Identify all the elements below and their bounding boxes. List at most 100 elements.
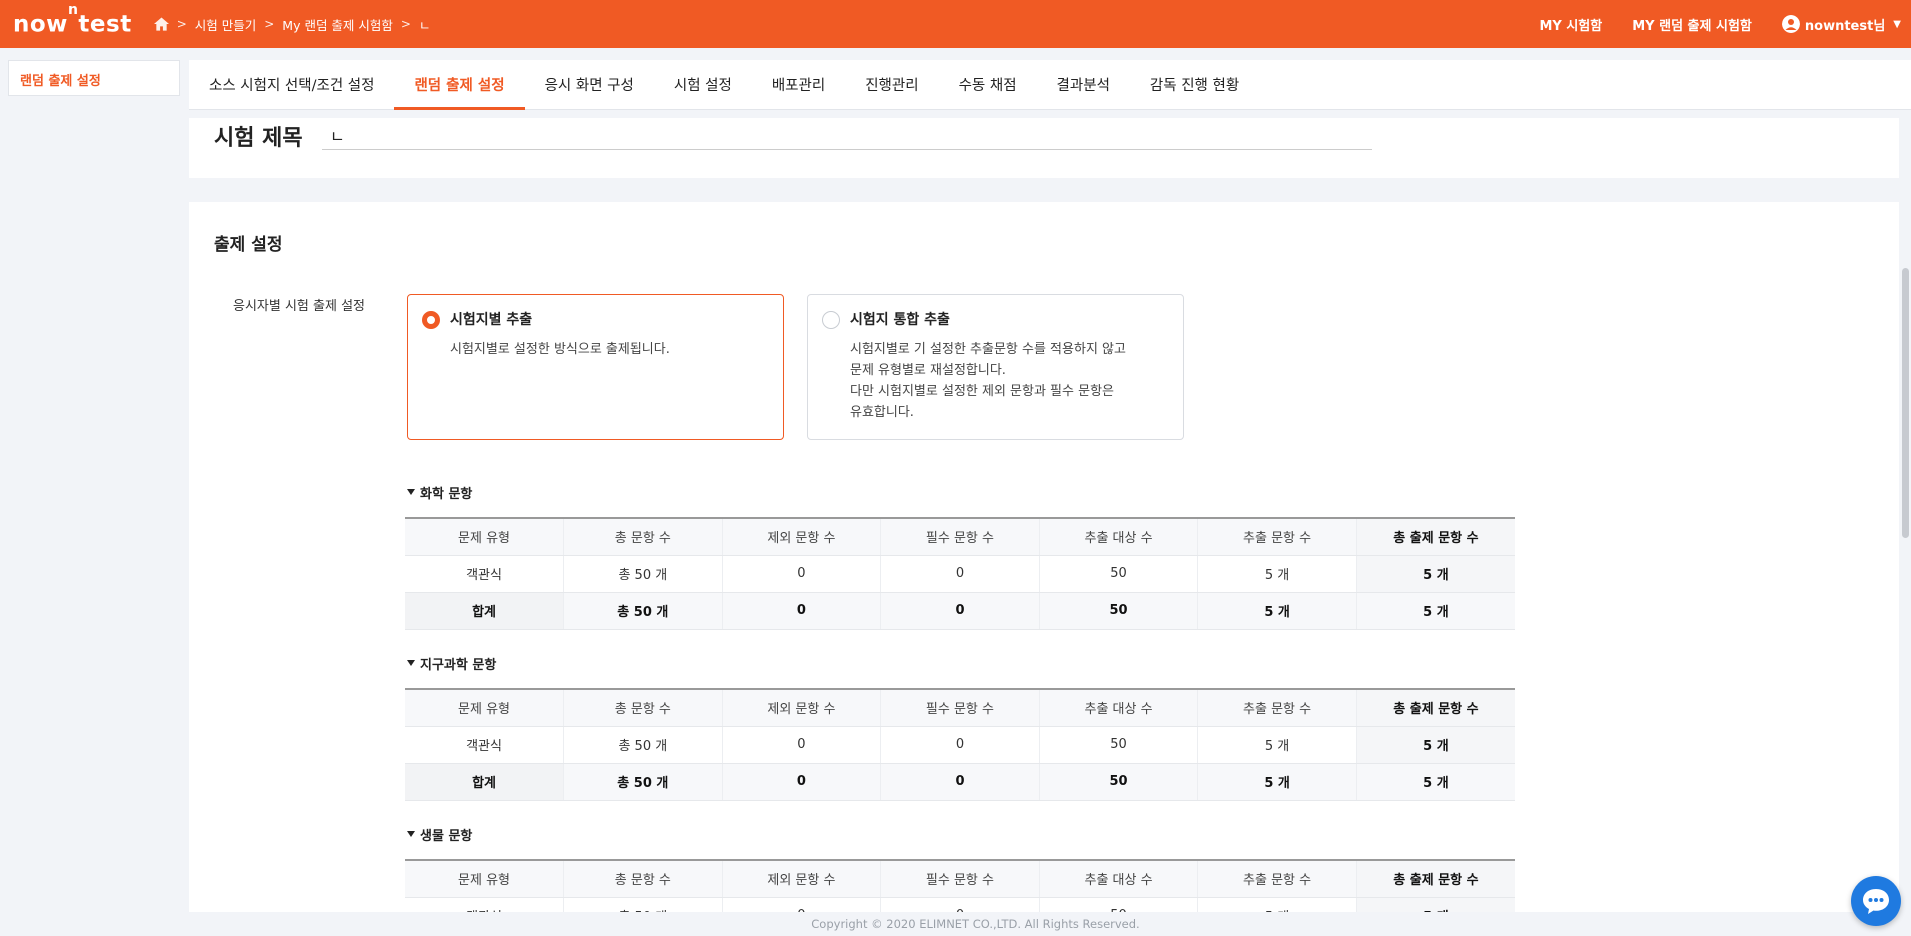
column-header: 필수 문항 수 <box>880 689 1040 727</box>
option-desc-line: 다만 시험지별로 설정한 제외 문항과 필수 문항은 <box>850 384 1114 399</box>
tab-distribution[interactable]: 배포관리 <box>752 60 845 109</box>
option-per-paper[interactable]: 시험지별 추출 시험지별로 설정한 방식으로 출제됩니다. <box>407 294 784 440</box>
table-cell: 0 <box>722 763 882 801</box>
option-desc-line: 유효합니다. <box>850 405 914 420</box>
sidebar-item-random-setting[interactable]: 랜덤 출제 설정 <box>9 61 179 98</box>
chat-button[interactable] <box>1851 876 1901 926</box>
tab-progress[interactable]: 진행관리 <box>845 60 938 109</box>
column-header: 추출 문항 수 <box>1197 860 1357 898</box>
caret-down-icon <box>407 831 415 837</box>
table-cell: 합계 <box>405 763 565 801</box>
group-table: 문제 유형 총 문항 수 제외 문항 수 필수 문항 수 추출 대상 수 추출 … <box>405 859 1515 912</box>
column-header: 필수 문항 수 <box>880 518 1040 556</box>
logo-text-sup: n <box>67 1 79 18</box>
my-random-exam-link[interactable]: MY 랜덤 출제 시험함 <box>1632 15 1752 34</box>
table-cell: 총 50 개 <box>563 555 723 593</box>
question-group: 화학 문항 문제 유형 총 문항 수 제외 문항 수 필수 문항 수 추출 대상… <box>405 481 1515 630</box>
table-cell: 50 <box>1039 555 1199 593</box>
tab-result-analysis[interactable]: 결과분석 <box>1037 60 1130 109</box>
column-header: 추출 대상 수 <box>1039 518 1199 556</box>
logo-text-main: now <box>13 11 68 38</box>
option-desc-line: 문제 유형별로 재설정합니다. <box>850 363 1006 378</box>
table-cell: 5 개 <box>1197 897 1357 912</box>
tab-supervision[interactable]: 감독 진행 현황 <box>1130 60 1259 109</box>
chat-bubble-icon <box>1863 889 1889 914</box>
column-header: 총 출제 문항 수 <box>1356 689 1515 727</box>
table-header-row: 문제 유형 총 문항 수 제외 문항 수 필수 문항 수 추출 대상 수 추출 … <box>405 689 1515 727</box>
group-table: 문제 유형 총 문항 수 제외 문항 수 필수 문항 수 추출 대상 수 추출 … <box>405 517 1515 630</box>
user-name: nowntest님 <box>1804 18 1886 34</box>
table-cell: 5 개 <box>1197 555 1357 593</box>
table-cell: 총 50 개 <box>563 897 723 912</box>
group-toggle[interactable]: 생물 문항 <box>407 823 1515 845</box>
option-title: 시험지별 추출 <box>450 312 533 328</box>
tab-source-select[interactable]: 소스 시험지 선택/조건 설정 <box>189 60 394 109</box>
left-panel: 랜덤 출제 설정 <box>8 60 180 96</box>
option-title: 시험지 통합 추출 <box>850 312 950 328</box>
chevron-right-icon: > <box>264 17 275 31</box>
table-cell: 총 50 개 <box>563 726 723 764</box>
table-cell: 0 <box>722 555 882 593</box>
radio-unselected-icon[interactable] <box>822 311 840 329</box>
group-toggle[interactable]: 화학 문항 <box>407 481 1515 503</box>
table-header-row: 문제 유형 총 문항 수 제외 문항 수 필수 문항 수 추출 대상 수 추출 … <box>405 518 1515 556</box>
column-header: 제외 문항 수 <box>722 689 882 727</box>
table-cell: 총 50 개 <box>563 592 723 630</box>
breadcrumb: > 시험 만들기 > My 랜덤 출제 시험함 > ㄴ <box>153 15 431 34</box>
logo[interactable]: nowntest <box>13 2 132 38</box>
scrollbar-thumb[interactable] <box>1902 268 1909 538</box>
tab-exam-setting[interactable]: 시험 설정 <box>654 60 752 109</box>
table-cell: 5 개 <box>1197 592 1357 630</box>
caret-down-icon <box>407 489 415 495</box>
column-header: 문제 유형 <box>405 860 565 898</box>
breadcrumb-item[interactable]: My 랜덤 출제 시험함 <box>282 15 393 34</box>
tab-random-setting[interactable]: 랜덤 출제 설정 <box>394 60 525 110</box>
user-menu[interactable]: nowntest님 ▼ <box>1781 15 1901 34</box>
table-cell: 0 <box>880 592 1040 630</box>
my-exam-link[interactable]: MY 시험함 <box>1539 15 1602 34</box>
tab-screen-config[interactable]: 응시 화면 구성 <box>525 60 654 109</box>
tab-bar: 소스 시험지 선택/조건 설정 랜덤 출제 설정 응시 화면 구성 시험 설정 … <box>189 60 1911 110</box>
chevron-right-icon: > <box>400 17 411 31</box>
table-cell: 50 <box>1039 592 1199 630</box>
table-row: 객관식 총 50 개 0 0 50 5 개 5 개 <box>405 555 1515 593</box>
group-toggle[interactable]: 지구과학 문항 <box>407 652 1515 674</box>
table-cell: 객관식 <box>405 555 565 593</box>
column-header: 추출 대상 수 <box>1039 689 1199 727</box>
table-cell: 0 <box>722 592 882 630</box>
group-title: 지구과학 문항 <box>420 657 497 673</box>
option-desc: 시험지별로 기 설정한 추출문항 수를 적용하지 않고 문제 유형별로 재설정합… <box>850 339 1163 423</box>
table-cell: 50 <box>1039 763 1199 801</box>
radio-selected-icon[interactable] <box>422 311 440 329</box>
column-header: 총 문항 수 <box>563 518 723 556</box>
column-header: 문제 유형 <box>405 518 565 556</box>
table-row: 객관식 총 50 개 0 0 50 5 개 5 개 <box>405 726 1515 764</box>
tab-manual-grading[interactable]: 수동 채점 <box>939 60 1037 109</box>
column-header: 제외 문항 수 <box>722 518 882 556</box>
home-icon[interactable] <box>153 17 169 31</box>
column-header: 추출 대상 수 <box>1039 860 1199 898</box>
breadcrumb-item-current: ㄴ <box>418 17 431 33</box>
table-cell: 합계 <box>405 592 565 630</box>
settings-card: 출제 설정 응시자별 시험 출제 설정 시험지별 추출 시험지별로 설정한 방식… <box>189 202 1899 912</box>
table-cell: 0 <box>722 726 882 764</box>
exam-title-label: 시험 제목 <box>214 126 303 151</box>
option-integrated[interactable]: 시험지 통합 추출 시험지별로 기 설정한 추출문항 수를 적용하지 않고 문제… <box>807 294 1184 440</box>
column-header: 추출 문항 수 <box>1197 689 1357 727</box>
logo-text-tail: test <box>78 11 132 38</box>
table-cell: 0 <box>880 763 1040 801</box>
table-cell: 0 <box>722 897 882 912</box>
column-header: 추출 문항 수 <box>1197 518 1357 556</box>
chevron-down-icon: ▼ <box>1893 18 1901 30</box>
breadcrumb-item[interactable]: 시험 만들기 <box>195 15 256 34</box>
group-title: 생물 문항 <box>420 828 473 844</box>
caret-down-icon <box>407 660 415 666</box>
column-header: 제외 문항 수 <box>722 860 882 898</box>
scrollbar[interactable] <box>1899 118 1911 918</box>
column-header: 총 문항 수 <box>563 860 723 898</box>
table-cell: 5 개 <box>1356 726 1515 764</box>
table-cell: 총 50 개 <box>563 763 723 801</box>
exam-title-input[interactable] <box>322 120 1372 150</box>
table-cell: 5 개 <box>1356 763 1515 801</box>
column-header: 총 출제 문항 수 <box>1356 518 1515 556</box>
